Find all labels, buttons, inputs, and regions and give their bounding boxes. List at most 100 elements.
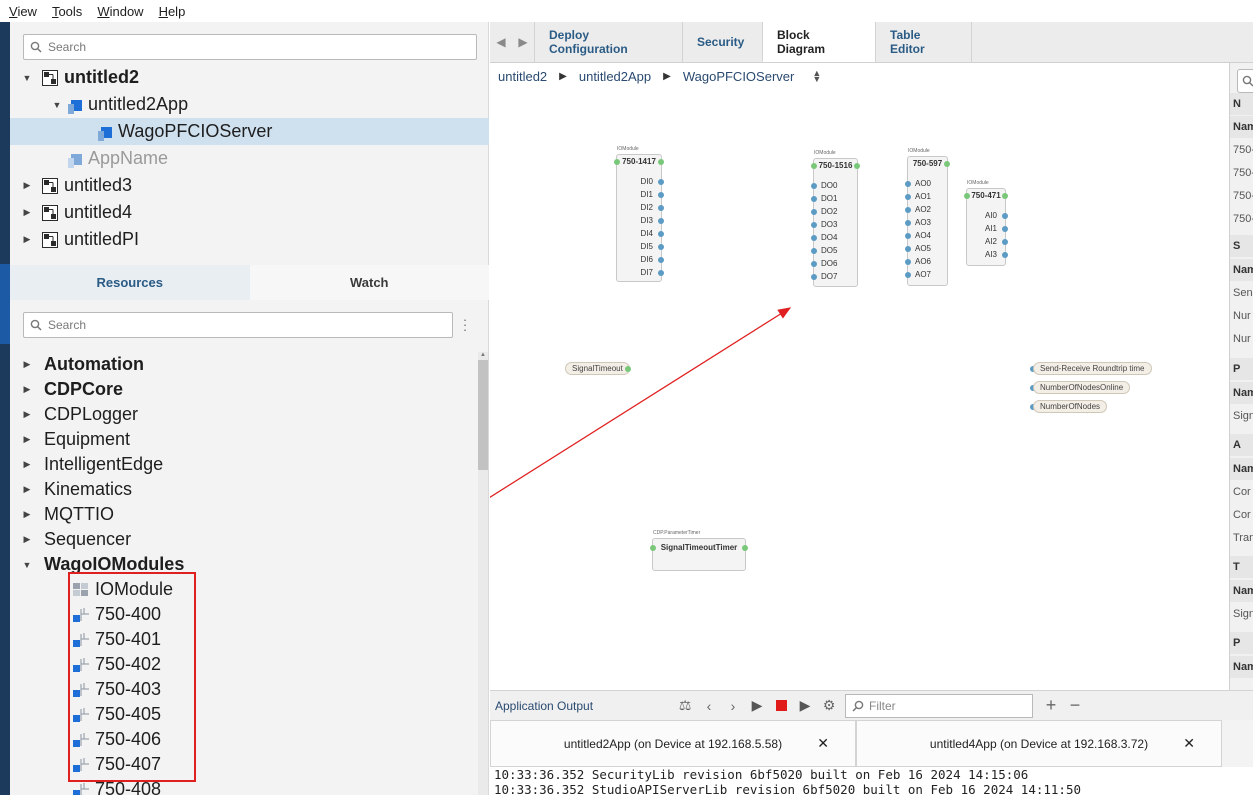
block-750-597[interactable]: IOModule 750-597 AO0 AO1 AO2 AO3 AO4 AO5… bbox=[905, 148, 950, 286]
stop-icon[interactable] bbox=[769, 698, 793, 714]
properties-search-input[interactable] bbox=[1237, 69, 1253, 93]
scrollbar-thumb[interactable] bbox=[478, 360, 488, 470]
port-dot[interactable] bbox=[625, 366, 631, 372]
port-dot[interactable] bbox=[905, 259, 911, 265]
chevron-down-icon[interactable]: ▼ bbox=[22, 73, 32, 83]
property-row[interactable]: Nam bbox=[1230, 458, 1253, 480]
port-dot[interactable] bbox=[658, 205, 664, 211]
library-cdpcore[interactable]: ▶ CDPCore bbox=[10, 377, 123, 402]
menu-window[interactable]: Window bbox=[91, 4, 149, 19]
port-dot[interactable] bbox=[811, 261, 817, 267]
tab-watch[interactable]: Watch bbox=[249, 265, 489, 300]
block-750-1516[interactable]: IOModule 750-1516 DO0 DO1 DO2 DO3 DO4 DO… bbox=[811, 150, 860, 287]
property-row[interactable]: S bbox=[1230, 235, 1253, 257]
port-dot[interactable] bbox=[658, 270, 664, 276]
resource-scrollbar[interactable]: ▲ bbox=[478, 352, 488, 795]
tab-security[interactable]: Security bbox=[682, 22, 762, 62]
library-intelligentedge[interactable]: ▶ IntelligentEdge bbox=[10, 452, 164, 477]
tree-item-untitled2app[interactable]: ▼ untitled2App bbox=[10, 91, 489, 118]
port-dot[interactable] bbox=[905, 272, 911, 278]
property-row[interactable]: Nur bbox=[1230, 305, 1253, 327]
library-automation[interactable]: ▶ Automation bbox=[10, 352, 144, 377]
port-dot[interactable] bbox=[811, 163, 817, 169]
port-dot[interactable] bbox=[742, 545, 748, 551]
port-dot[interactable] bbox=[905, 246, 911, 252]
port-dot[interactable] bbox=[905, 220, 911, 226]
chevron-right-icon[interactable]: ▶ bbox=[22, 534, 32, 545]
property-row[interactable]: Sign bbox=[1230, 405, 1253, 427]
run-icon[interactable]: ▶ bbox=[745, 697, 769, 714]
project-search-input[interactable]: Search bbox=[23, 34, 477, 60]
menu-view[interactable]: View bbox=[3, 4, 43, 19]
tree-item-untitledpi[interactable]: ▶ untitledPI bbox=[10, 226, 489, 253]
library-cdplogger[interactable]: ▶ CDPLogger bbox=[10, 402, 139, 427]
port-dot[interactable] bbox=[1002, 239, 1008, 245]
tab-scroll-right-icon[interactable]: ▶ bbox=[512, 22, 534, 62]
port-dot[interactable] bbox=[658, 244, 664, 250]
signal-nodes-online[interactable]: NumberOfNodesOnline bbox=[1033, 381, 1131, 394]
more-options-icon[interactable]: · · · bbox=[460, 313, 470, 336]
port-dot[interactable] bbox=[658, 231, 664, 237]
sort-updown-icon[interactable]: ▲ ▼ bbox=[812, 69, 821, 84]
tree-item-appname[interactable]: AppName bbox=[10, 145, 489, 172]
property-row[interactable]: Cor bbox=[1230, 504, 1253, 526]
breadcrumb-item[interactable]: untitled2 bbox=[498, 69, 547, 84]
chevron-right-icon[interactable]: ▶ bbox=[22, 509, 32, 520]
property-row[interactable]: Nam bbox=[1230, 382, 1253, 404]
property-row[interactable]: Nam bbox=[1230, 580, 1253, 602]
port-dot[interactable] bbox=[905, 207, 911, 213]
scroll-up-icon[interactable]: ▲ bbox=[480, 352, 486, 358]
port-dot[interactable] bbox=[811, 222, 817, 228]
breadcrumb-item[interactable]: untitled2App bbox=[579, 69, 651, 84]
chevron-down-icon[interactable]: ▼ bbox=[52, 100, 62, 110]
chevron-right-icon[interactable]: ▶ bbox=[22, 180, 32, 191]
property-row[interactable]: A bbox=[1230, 434, 1253, 456]
output-tab-untitled2app[interactable]: untitled2App (on Device at 192.168.5.58)… bbox=[490, 720, 856, 767]
port-dot[interactable] bbox=[658, 257, 664, 263]
property-row[interactable]: 750- bbox=[1230, 208, 1253, 230]
chevron-right-icon[interactable]: ▶ bbox=[22, 234, 32, 245]
property-row[interactable]: P bbox=[1230, 358, 1253, 380]
property-row[interactable]: Cor bbox=[1230, 481, 1253, 503]
port-dot[interactable] bbox=[964, 193, 970, 199]
port-dot[interactable] bbox=[811, 196, 817, 202]
output-tab-untitled4app[interactable]: untitled4App (on Device at 192.168.3.72)… bbox=[856, 720, 1222, 767]
property-row[interactable]: 750- bbox=[1230, 139, 1253, 161]
gear-icon[interactable]: ⚙ bbox=[817, 697, 841, 714]
breadcrumb-item[interactable]: WagoPFCIOServer bbox=[683, 69, 795, 84]
library-kinematics[interactable]: ▶ Kinematics bbox=[10, 477, 133, 502]
port-dot[interactable] bbox=[1002, 213, 1008, 219]
clean-icon[interactable]: ⚖ bbox=[673, 697, 697, 714]
port-dot[interactable] bbox=[658, 159, 664, 165]
port-dot[interactable] bbox=[905, 194, 911, 200]
port-dot[interactable] bbox=[1002, 193, 1008, 199]
chevron-right-icon[interactable]: ▶ bbox=[22, 207, 32, 218]
tab-table-editor[interactable]: Table Editor bbox=[875, 22, 972, 62]
property-row[interactable]: P bbox=[1230, 632, 1253, 654]
block-750-471[interactable]: IOModule 750-471 AI0 AI1 AI2 AI3 bbox=[964, 180, 1008, 266]
property-row[interactable]: N bbox=[1230, 93, 1253, 115]
port-dot[interactable] bbox=[658, 218, 664, 224]
plus-icon[interactable]: + bbox=[1039, 695, 1063, 716]
property-row[interactable]: 750- bbox=[1230, 162, 1253, 184]
library-mqttio[interactable]: ▶ MQTTIO bbox=[10, 502, 114, 527]
port-dot[interactable] bbox=[905, 233, 911, 239]
tree-item-untitled2[interactable]: ▼ untitled2 bbox=[10, 64, 489, 91]
port-dot[interactable] bbox=[650, 545, 656, 551]
chevron-right-icon[interactable]: ▶ bbox=[22, 359, 32, 370]
menu-help[interactable]: Help bbox=[153, 4, 192, 19]
signal-number-of-nodes[interactable]: NumberOfNodes bbox=[1033, 400, 1108, 413]
close-icon[interactable]: ✕ bbox=[1183, 735, 1195, 752]
step-icon[interactable]: ▶ bbox=[793, 697, 817, 714]
chevron-down-icon[interactable]: ▼ bbox=[22, 560, 32, 570]
port-dot[interactable] bbox=[811, 183, 817, 189]
chevron-right-icon[interactable]: ▶ bbox=[22, 384, 32, 395]
property-row[interactable]: Sen bbox=[1230, 282, 1253, 304]
property-row[interactable]: Nam bbox=[1230, 116, 1253, 138]
chevron-right-icon[interactable]: ▶ bbox=[22, 434, 32, 445]
signal-signaltimeout[interactable]: SignalTimeout bbox=[565, 362, 630, 375]
property-row[interactable]: T bbox=[1230, 556, 1253, 578]
port-dot[interactable] bbox=[811, 235, 817, 241]
port-dot[interactable] bbox=[811, 248, 817, 254]
property-row[interactable]: Sign bbox=[1230, 603, 1253, 625]
